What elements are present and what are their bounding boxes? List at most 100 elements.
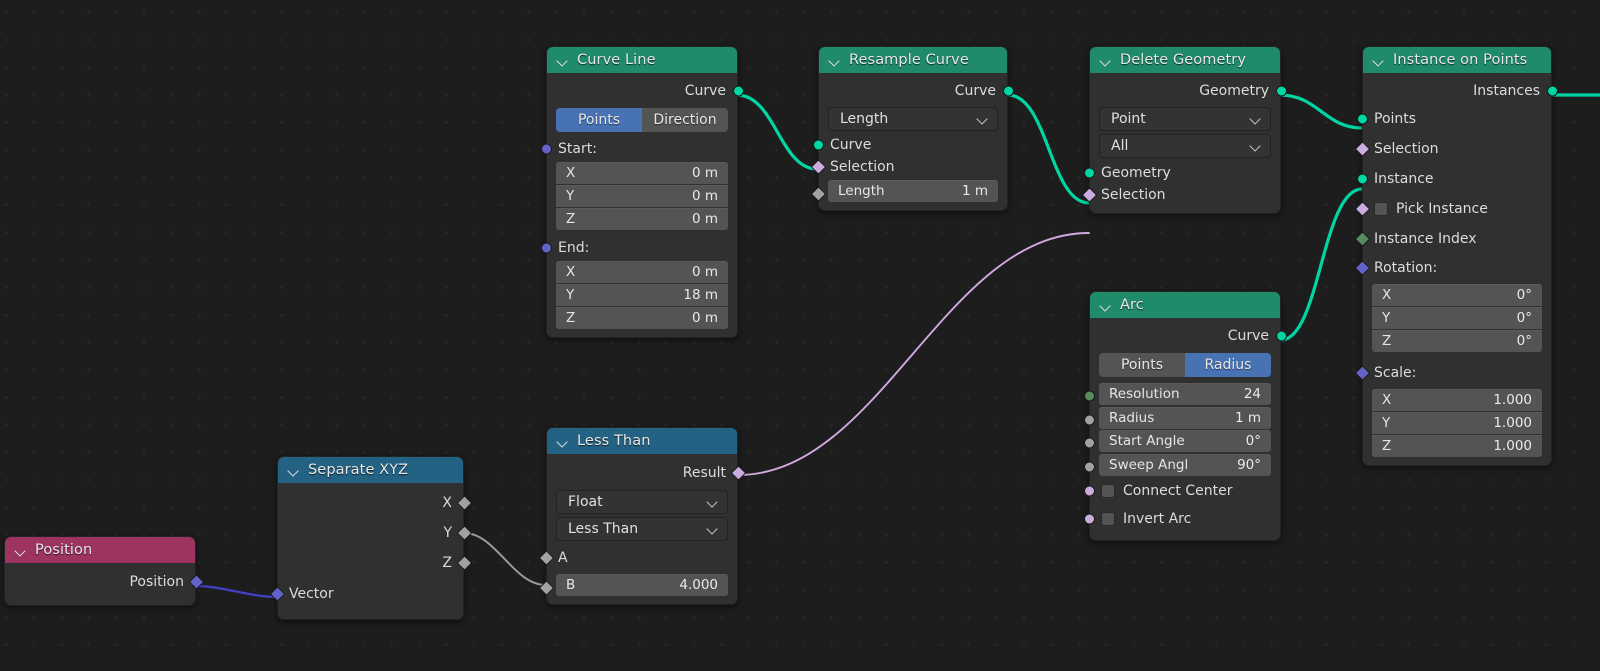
- socket-input-start[interactable]: [540, 143, 552, 155]
- node-header-separate-xyz[interactable]: Separate XYZ: [278, 457, 463, 483]
- node-header-arc[interactable]: Arc: [1090, 292, 1280, 318]
- node-header-instance-on-points[interactable]: Instance on Points: [1363, 47, 1551, 73]
- chevron-down-icon[interactable]: [1099, 53, 1113, 67]
- chevron-down-icon[interactable]: [14, 543, 28, 557]
- chevron-down-icon[interactable]: [977, 113, 989, 125]
- toggle-option-points[interactable]: Points: [1099, 353, 1185, 377]
- chevron-down-icon[interactable]: [556, 434, 570, 448]
- output-row-curve[interactable]: Curve: [819, 78, 1014, 104]
- chevron-down-icon[interactable]: [1250, 140, 1262, 152]
- input-row-scale[interactable]: Scale:: [1354, 359, 1551, 387]
- socket-input-start-angle[interactable]: [1083, 437, 1095, 449]
- output-row-z[interactable]: Z: [278, 548, 472, 578]
- input-row-invert-arc[interactable]: Invert Arc: [1083, 505, 1280, 533]
- field-rotation-z[interactable]: Z 0°: [1372, 329, 1542, 352]
- field-start-z[interactable]: Z 0 m: [556, 207, 728, 230]
- toggle-mode-curve-line[interactable]: Points Direction: [556, 108, 728, 132]
- socket-input-end[interactable]: [540, 242, 552, 254]
- output-row-position[interactable]: Position: [5, 568, 204, 596]
- toggle-option-points[interactable]: Points: [556, 108, 642, 132]
- input-row-pick-instance[interactable]: Pick Instance: [1354, 194, 1551, 224]
- dropdown-domain[interactable]: Point: [1099, 107, 1271, 131]
- checkbox-pick-instance[interactable]: [1374, 202, 1388, 216]
- chevron-down-icon[interactable]: [1372, 53, 1386, 67]
- socket-input-geometry[interactable]: [1083, 167, 1095, 179]
- node-instance-on-points[interactable]: Instance on Points Instances Points Sele…: [1354, 46, 1558, 466]
- chevron-down-icon[interactable]: [828, 53, 842, 67]
- dropdown-mode[interactable]: All: [1099, 134, 1271, 158]
- socket-output-geometry[interactable]: [1275, 85, 1287, 97]
- socket-input-invert-arc[interactable]: [1083, 513, 1095, 525]
- output-row-y[interactable]: Y: [278, 518, 472, 548]
- field-rotation-x[interactable]: X 0°: [1372, 283, 1542, 306]
- node-header-curve-line[interactable]: Curve Line: [547, 47, 737, 73]
- node-delete-geometry[interactable]: Delete Geometry Geometry Point All Geome…: [1081, 46, 1287, 214]
- field-start-x[interactable]: X 0 m: [556, 161, 728, 184]
- field-scale-y[interactable]: Y 1.000: [1372, 411, 1542, 434]
- socket-output-curve[interactable]: [1275, 330, 1287, 342]
- socket-input-instance[interactable]: [1356, 173, 1368, 185]
- node-position[interactable]: Position Position: [4, 536, 204, 606]
- socket-input-pick-instance[interactable]: [1354, 201, 1370, 217]
- field-scale-z[interactable]: Z 1.000: [1372, 434, 1542, 457]
- node-resample-curve[interactable]: Resample Curve Curve Length Curve Select…: [810, 46, 1014, 211]
- socket-input-scale[interactable]: [1354, 365, 1370, 381]
- socket-input-vector[interactable]: [269, 585, 285, 602]
- socket-input-points[interactable]: [1356, 113, 1368, 125]
- input-row-end[interactable]: End:: [540, 237, 737, 259]
- chevron-down-icon[interactable]: [287, 463, 301, 477]
- socket-output-instances[interactable]: [1546, 85, 1558, 97]
- socket-input-rotation[interactable]: [1354, 260, 1370, 276]
- field-scale-x[interactable]: X 1.000: [1372, 388, 1542, 411]
- toggle-option-radius[interactable]: Radius: [1185, 353, 1271, 377]
- chevron-down-icon[interactable]: [1099, 298, 1113, 312]
- socket-input-radius[interactable]: [1083, 414, 1095, 425]
- checkbox-connect-center[interactable]: [1101, 484, 1115, 498]
- socket-input-instance-index[interactable]: [1354, 231, 1370, 247]
- input-row-instance-index[interactable]: Instance Index: [1354, 224, 1551, 254]
- dropdown-resample-mode[interactable]: Length: [828, 107, 998, 131]
- socket-output-result[interactable]: [730, 465, 746, 481]
- socket-input-a[interactable]: [538, 550, 554, 566]
- input-row-curve[interactable]: Curve: [812, 134, 1007, 156]
- field-sweep-angle[interactable]: Sweep Angl 90°: [1099, 453, 1271, 476]
- output-row-geometry[interactable]: Geometry: [1090, 78, 1287, 104]
- chevron-down-icon[interactable]: [707, 496, 719, 508]
- chevron-down-icon[interactable]: [707, 523, 719, 535]
- socket-input-selection[interactable]: [1081, 187, 1097, 203]
- node-separate-xyz[interactable]: Separate XYZ X Y Z Vector: [269, 456, 472, 620]
- input-row-instance[interactable]: Instance: [1356, 164, 1551, 194]
- socket-input-sweep-angle[interactable]: [1083, 461, 1095, 472]
- output-row-curve[interactable]: Curve: [547, 78, 744, 104]
- field-start-angle[interactable]: Start Angle 0°: [1099, 430, 1271, 452]
- dropdown-operation[interactable]: Less Than: [556, 517, 728, 541]
- output-row-instances[interactable]: Instances: [1363, 78, 1558, 104]
- socket-output-position[interactable]: [188, 574, 204, 590]
- dropdown-data-type[interactable]: Float: [556, 490, 728, 514]
- field-end-y[interactable]: Y 18 m: [556, 283, 728, 306]
- output-row-x[interactable]: X: [278, 488, 472, 518]
- chevron-down-icon[interactable]: [556, 53, 570, 67]
- node-arc[interactable]: Arc Curve Points Radius Resolution 24 Ra…: [1083, 291, 1287, 541]
- input-row-start[interactable]: Start:: [540, 138, 737, 160]
- node-less-than[interactable]: Less Than Result Float Less Than A B 4.0…: [538, 427, 746, 605]
- field-start-y[interactable]: Y 0 m: [556, 184, 728, 207]
- checkbox-invert-arc[interactable]: [1101, 512, 1115, 526]
- socket-input-selection[interactable]: [1354, 141, 1370, 157]
- socket-input-selection[interactable]: [810, 159, 826, 175]
- field-radius[interactable]: Radius 1 m: [1099, 406, 1271, 429]
- field-length[interactable]: Length 1 m: [828, 179, 998, 202]
- chevron-down-icon[interactable]: [1250, 113, 1262, 125]
- socket-output-x[interactable]: [456, 495, 472, 511]
- socket-output-y[interactable]: [456, 525, 472, 541]
- input-row-geometry[interactable]: Geometry: [1083, 162, 1280, 184]
- field-resolution[interactable]: Resolution 24: [1099, 383, 1271, 405]
- node-header-delete-geometry[interactable]: Delete Geometry: [1090, 47, 1280, 73]
- socket-output-curve[interactable]: [732, 85, 744, 97]
- socket-output-z[interactable]: [456, 555, 472, 571]
- input-row-rotation[interactable]: Rotation:: [1354, 254, 1551, 282]
- toggle-option-direction[interactable]: Direction: [642, 108, 728, 132]
- toggle-mode-arc[interactable]: Points Radius: [1099, 353, 1271, 377]
- node-curve-line[interactable]: Curve Line Curve Points Direction Start:…: [540, 46, 744, 338]
- input-row-selection[interactable]: Selection: [1354, 134, 1551, 164]
